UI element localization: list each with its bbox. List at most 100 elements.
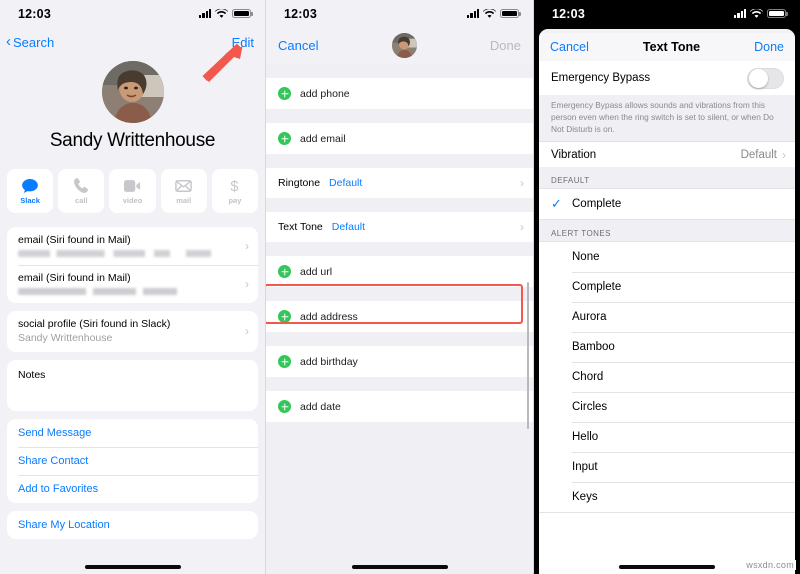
add-url-label: add url (300, 265, 333, 278)
tone-item-hello[interactable]: Hello (539, 422, 795, 453)
add-email-row[interactable]: add email (266, 123, 533, 154)
tone-item-none[interactable]: None (539, 242, 795, 273)
vibration-label: Vibration (551, 148, 597, 161)
page-title: Sandy Writtenhouse (49, 130, 216, 151)
spacer (266, 109, 533, 123)
cellular-bars-icon (199, 9, 211, 18)
chevron-right-icon: › (245, 324, 249, 338)
share-my-location-button[interactable]: Share My Location (7, 511, 258, 539)
plus-icon (278, 265, 291, 278)
add-date-row[interactable]: add date (266, 391, 533, 422)
panel-text-tone: 12:03 Cancel Text Tone Done Emergency By… (534, 0, 800, 574)
location-group: Share My Location (7, 511, 258, 539)
back-button-search[interactable]: ‹ Search (6, 34, 54, 50)
done-button[interactable]: Done (490, 38, 521, 53)
tone-item-input[interactable]: Input (539, 452, 795, 483)
tone-item-aurora[interactable]: Aurora (539, 302, 795, 333)
svg-text:$: $ (231, 179, 239, 194)
chevron-right-icon: › (782, 147, 786, 162)
tone-item-bamboo[interactable]: Bamboo (539, 332, 795, 363)
emergency-bypass-row[interactable]: Emergency Bypass (539, 61, 795, 95)
edit-navigation-bar: Cancel Done (266, 27, 533, 64)
watermark: wsxdn.com (744, 560, 796, 570)
envelope-icon (175, 177, 193, 194)
annotation-arrow-icon (197, 43, 245, 93)
table-row[interactable]: social profile (Siri found in Slack) San… (7, 311, 258, 352)
spacer (266, 287, 533, 301)
add-birthday-label: add birthday (300, 355, 358, 368)
notes-label: Notes (18, 369, 46, 381)
tone-item-label: Aurora (572, 311, 607, 324)
emergency-bypass-toggle[interactable] (747, 67, 784, 89)
field-label: email (Siri found in Mail) (18, 234, 131, 246)
action-mail[interactable]: mail (160, 169, 207, 213)
cancel-button[interactable]: Cancel (278, 38, 318, 53)
tone-item-chord[interactable]: Chord (539, 362, 795, 393)
notes-group[interactable]: Notes (7, 360, 258, 411)
vertical-scrollbar[interactable] (527, 282, 529, 429)
add-url-row[interactable]: add url (266, 256, 533, 287)
action-mail-label: mail (176, 196, 192, 205)
modal-sheet: Cancel Text Tone Done Emergency Bypass E… (539, 29, 795, 574)
section-header-alert-tones: ALERT TONES (539, 220, 795, 242)
tone-item-circles[interactable]: Circles (539, 392, 795, 423)
vibration-value: Default (740, 148, 777, 161)
emergency-bypass-label: Emergency Bypass (551, 72, 651, 84)
status-bar: 12:03 (266, 0, 533, 27)
email-fields-group: email (Siri found in Mail) › email (Siri… (7, 227, 258, 303)
tone-item-label: Input (572, 461, 598, 474)
tone-item-label: Chord (572, 371, 604, 384)
spacer (266, 377, 533, 391)
action-pay-label: pay (228, 196, 242, 205)
tone-item-complete-default[interactable]: ✓ Complete (539, 189, 795, 220)
status-icons (467, 8, 521, 19)
text-tone-value: Default (331, 221, 366, 233)
add-date-label: add date (300, 400, 341, 413)
tone-item-keys[interactable]: Keys (539, 482, 795, 513)
spacer (266, 154, 533, 168)
sheet-title: Text Tone (642, 40, 701, 54)
share-contact-button[interactable]: Share Contact (7, 447, 258, 475)
ringtone-row[interactable]: Ringtone Default › (266, 168, 533, 198)
contact-avatar-small[interactable] (391, 33, 417, 58)
plus-icon (278, 310, 291, 323)
action-video[interactable]: video (109, 169, 156, 213)
tone-item-label: Complete (572, 198, 622, 211)
add-phone-row[interactable]: add phone (266, 78, 533, 109)
text-tone-scroll-area: Emergency Bypass Emergency Bypass allows… (539, 61, 795, 574)
text-tone-row[interactable]: Text Tone Default › (266, 212, 533, 242)
battery-icon (232, 8, 253, 19)
field-label: email (Siri found in Mail) (18, 272, 131, 284)
message-bubble-icon (22, 177, 38, 194)
tone-item-label: Circles (572, 401, 608, 414)
done-button[interactable]: Done (754, 40, 784, 54)
quick-actions-row: Slack call video mail $ pay (0, 160, 265, 219)
action-slack[interactable]: Slack (7, 169, 54, 213)
dollar-sign-icon: $ (229, 177, 240, 194)
redacted-email-value (18, 250, 245, 257)
battery-icon (767, 8, 788, 19)
add-birthday-row[interactable]: add birthday (266, 346, 533, 377)
home-indicator (351, 565, 448, 569)
tone-item-complete[interactable]: Complete (539, 272, 795, 303)
action-pay[interactable]: $ pay (211, 169, 259, 213)
field-label: social profile (Siri found in Slack) (18, 318, 171, 330)
table-row[interactable]: email (Siri found in Mail) › (7, 227, 258, 265)
add-to-favorites-button[interactable]: Add to Favorites (7, 475, 258, 503)
home-indicator (619, 565, 715, 569)
plus-icon (278, 400, 291, 413)
chevron-right-icon: › (245, 276, 249, 291)
action-call[interactable]: call (58, 169, 105, 213)
spacer (266, 422, 533, 436)
tone-item-label: Keys (572, 491, 598, 504)
cancel-button[interactable]: Cancel (550, 40, 589, 54)
chevron-right-icon: › (520, 176, 524, 190)
ringtone-value: Default (329, 177, 363, 189)
checkmark-icon: ✓ (551, 196, 562, 212)
vibration-row[interactable]: Vibration Default › (539, 141, 795, 168)
add-address-row[interactable]: add address (266, 301, 533, 332)
tone-item-label: Bamboo (572, 341, 615, 354)
contact-avatar[interactable] (101, 61, 164, 123)
send-message-button[interactable]: Send Message (7, 419, 258, 447)
table-row[interactable]: email (Siri found in Mail) › (7, 265, 258, 303)
